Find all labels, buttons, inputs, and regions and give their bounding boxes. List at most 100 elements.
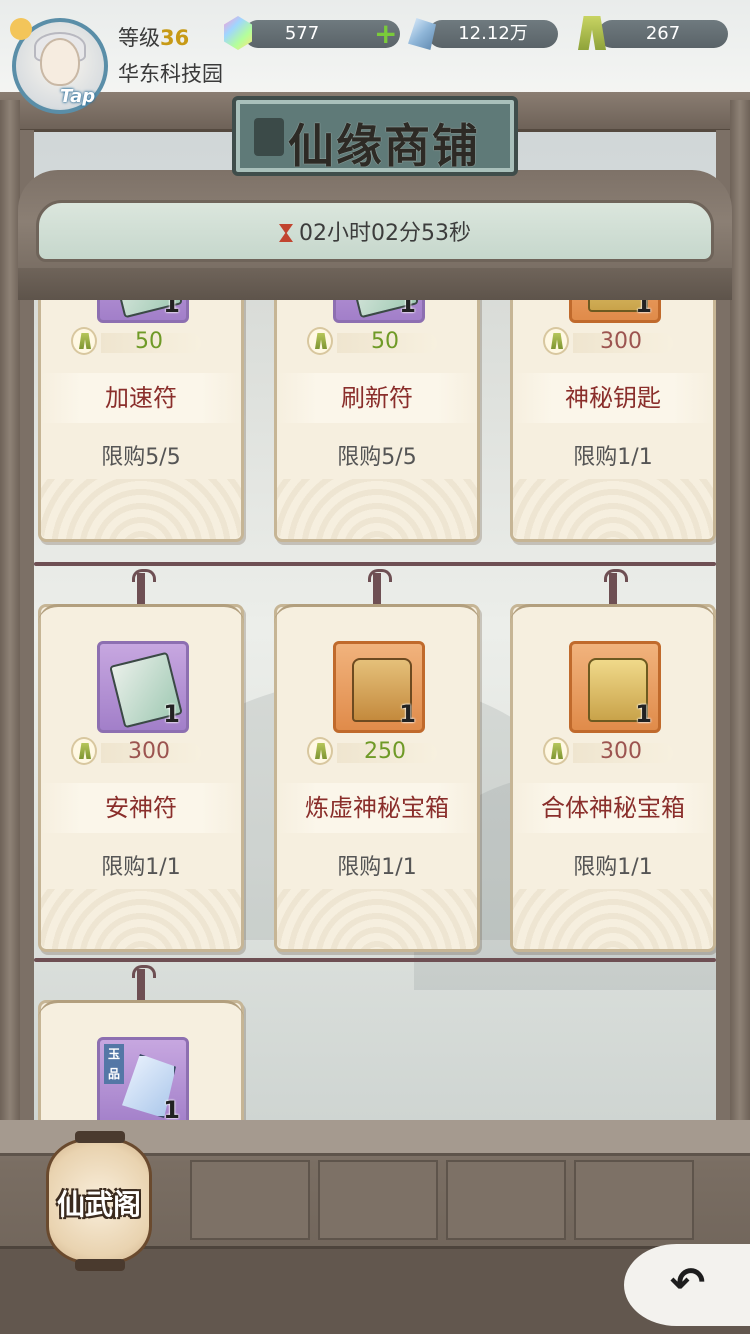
purchase-limit: 限购5/5 <box>337 445 417 470</box>
purchase-limit: 限购5/5 <box>101 445 181 470</box>
card-crown <box>274 604 480 630</box>
wave-pattern <box>41 889 241 949</box>
item-icon-frame: 玉品 1 <box>97 1037 189 1120</box>
card-hook <box>604 569 628 607</box>
item-icon-frame: 1 <box>569 300 661 323</box>
jade-token-icon <box>543 327 569 355</box>
item-name: 炼虚神秘宝箱 <box>277 783 477 833</box>
card-crown <box>38 1000 244 1026</box>
item-icon-frame: 1 <box>97 300 189 323</box>
hanging-rope <box>34 958 716 962</box>
item-count: 1 <box>163 1096 180 1120</box>
left-pillar <box>0 100 20 1140</box>
item-name: 神秘钥匙 <box>513 373 713 423</box>
jade-counter: 267 <box>598 20 728 48</box>
hanging-rope <box>34 562 716 566</box>
jade-token-icon <box>71 327 97 355</box>
item-name: 刷新符 <box>277 373 477 423</box>
counter-plank <box>574 1160 694 1240</box>
card-hook <box>132 965 156 1003</box>
counter-plank <box>318 1160 438 1240</box>
back-arrow-icon: ↶ <box>670 1258 706 1307</box>
wave-pattern <box>41 479 241 539</box>
item-price: 50 <box>135 329 163 354</box>
purchase-limit: 限购1/1 <box>573 855 653 880</box>
shop-item-card[interactable]: 1 250 炼虚神秘宝箱 限购1/1 <box>274 569 480 952</box>
tap-badge: Tap <box>60 86 96 107</box>
shop-item-card[interactable]: 1 50 加速符 限购5/5 <box>38 300 244 542</box>
wave-pattern <box>277 889 477 949</box>
item-count: 1 <box>163 300 180 318</box>
jade-token-icon <box>307 737 333 765</box>
crystal-value: 12.12万 <box>458 23 528 44</box>
item-count: 1 <box>163 700 180 728</box>
item-list[interactable]: 1 50 加速符 限购5/5 1 50 刷新符 限购5/5 1 300 神秘钥匙… <box>34 300 716 1120</box>
item-price: 250 <box>364 739 406 764</box>
purchase-limit: 限购1/1 <box>573 445 653 470</box>
add-gem-button[interactable]: + <box>374 20 398 48</box>
wave-pattern <box>513 889 713 949</box>
counter-plank <box>190 1160 310 1240</box>
jade-token-icon <box>71 737 97 765</box>
jade-value: 267 <box>645 23 681 44</box>
avatar-face <box>40 38 80 86</box>
shop-item-card[interactable]: 1 50 刷新符 限购5/5 <box>274 300 480 542</box>
timer-text: 02小时02分53秒 <box>299 221 471 246</box>
jade-token-icon <box>307 327 333 355</box>
price-row: 50 <box>307 327 457 357</box>
shop-item-card[interactable]: 玉品 1 <box>38 965 244 1120</box>
player-location: 华东科技园 <box>118 62 223 86</box>
price-row: 300 <box>543 327 693 357</box>
lantern-label: 仙武阁 <box>56 1188 141 1221</box>
item-price: 300 <box>128 739 170 764</box>
item-price: 300 <box>600 739 642 764</box>
shop-item-card[interactable]: 1 300 神秘钥匙 限购1/1 <box>510 300 716 542</box>
jade-token-icon <box>543 737 569 765</box>
refresh-timer: 02小时02分53秒 <box>39 203 711 265</box>
xianwuge-lantern-button[interactable]: 仙武阁 <box>46 1131 152 1271</box>
item-icon-frame: 1 <box>333 300 425 323</box>
refresh-timer-panel: 02小时02分53秒 <box>36 200 714 262</box>
price-row: 300 <box>543 737 693 767</box>
item-icon-frame: 1 <box>333 641 425 733</box>
item-name: 合体神秘宝箱 <box>513 783 713 833</box>
sun-icon <box>10 18 32 40</box>
item-icon-frame: 1 <box>569 641 661 733</box>
shop-signboard: 仙缘商铺 <box>232 96 518 176</box>
card-hook <box>368 569 392 607</box>
purchase-limit: 限购1/1 <box>101 855 181 880</box>
item-count: 1 <box>399 700 416 728</box>
shop-item-card[interactable]: 1 300 合体神秘宝箱 限购1/1 <box>510 569 716 952</box>
shop-title: 仙缘商铺 <box>288 119 480 173</box>
price-row: 300 <box>71 737 221 767</box>
right-pillar <box>730 100 750 1140</box>
item-icon-frame: 1 <box>97 641 189 733</box>
player-level: 等级36 <box>118 22 189 52</box>
item-count: 1 <box>399 300 416 318</box>
card-crown <box>38 604 244 630</box>
price-row: 250 <box>307 737 457 767</box>
purchase-limit: 限购1/1 <box>337 855 417 880</box>
player-avatar[interactable]: Tap <box>10 18 108 114</box>
awning-beam <box>18 268 732 300</box>
crystal-counter: 12.12万 <box>428 20 558 48</box>
card-hook <box>132 569 156 607</box>
level-label: 等级 <box>118 26 160 50</box>
grade-badge: 玉品 <box>104 1044 124 1084</box>
seal-icon <box>254 118 284 156</box>
wave-pattern <box>277 479 477 539</box>
item-name: 安神符 <box>41 783 241 833</box>
wave-pattern <box>513 479 713 539</box>
item-price: 50 <box>371 329 399 354</box>
level-value: 36 <box>160 26 190 50</box>
item-price: 300 <box>600 329 642 354</box>
card-crown <box>510 604 716 630</box>
back-button[interactable]: ↶ <box>624 1244 750 1326</box>
counter-plank <box>446 1160 566 1240</box>
price-row: 50 <box>71 327 221 357</box>
shop-item-card[interactable]: 1 300 安神符 限购1/1 <box>38 569 244 952</box>
item-count: 1 <box>635 300 652 318</box>
hourglass-icon <box>279 224 293 242</box>
item-name: 加速符 <box>41 373 241 423</box>
item-count: 1 <box>635 700 652 728</box>
